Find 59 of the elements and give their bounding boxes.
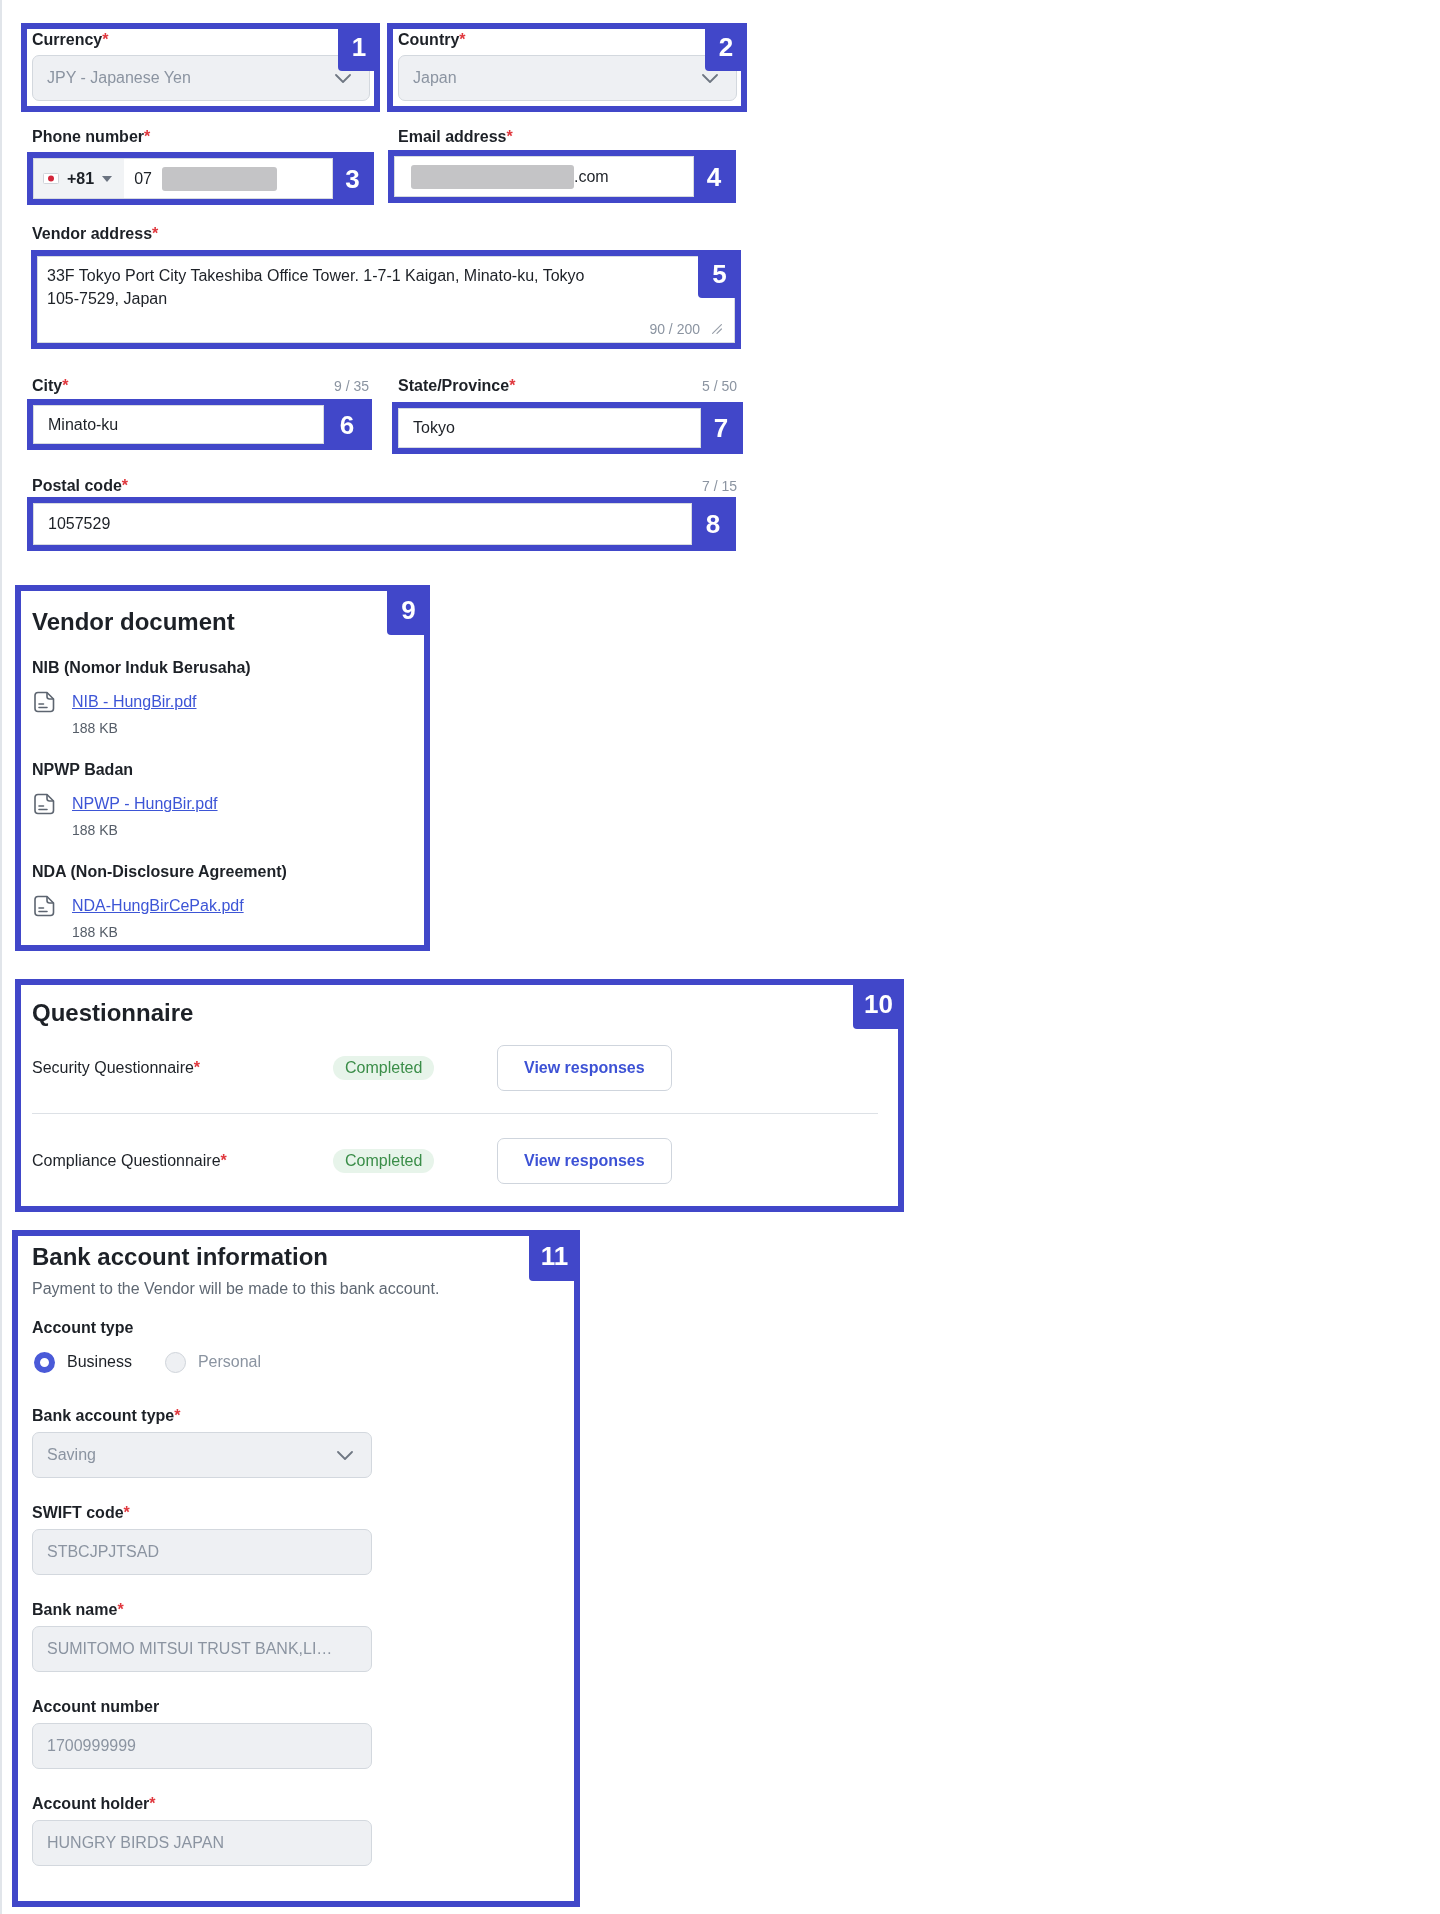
- field-label: Bank account type*: [32, 1406, 181, 1426]
- field-label: State/Province*: [398, 376, 516, 396]
- state-input[interactable]: Tokyo: [398, 408, 701, 448]
- view-responses-button[interactable]: View responses: [497, 1138, 672, 1184]
- field-label: City*: [32, 376, 69, 396]
- chevron-down-icon: [702, 73, 718, 83]
- document-type-label: NPWP Badan: [32, 761, 134, 778]
- file-icon: [33, 691, 55, 713]
- character-counter: 9 / 35: [333, 377, 369, 396]
- flag-icon: [43, 173, 59, 184]
- caret-down-icon: [102, 175, 113, 182]
- file-icon: [33, 895, 55, 917]
- field-label: Email address*: [398, 127, 513, 147]
- questionnaire-label: Compliance Questionnaire*: [32, 1151, 227, 1171]
- annotation-marker: 3: [333, 158, 368, 199]
- field-label: Account holder*: [32, 1794, 156, 1814]
- field-label: Currency*: [32, 30, 109, 50]
- file-icon: [33, 793, 55, 815]
- section-subtitle: Payment to the Vendor will be made to this bank account.: [32, 1279, 440, 1299]
- status-tag: Completed: [333, 1149, 435, 1173]
- annotation-marker: 7: [701, 408, 737, 448]
- document-type-label: NDA (Non-Disclosure Agreement): [32, 863, 287, 880]
- annotation-marker: 8: [692, 503, 730, 545]
- file-size-text: 188 KB: [72, 923, 118, 942]
- character-counter: 90 / 200: [649, 321, 700, 337]
- radio-button[interactable]: [34, 1351, 55, 1373]
- city-input[interactable]: Minato-ku: [33, 405, 324, 444]
- view-responses-button[interactable]: View responses: [497, 1045, 672, 1091]
- section-title: Bank account information: [32, 1242, 329, 1272]
- postal-code-input[interactable]: 1057529: [33, 503, 692, 545]
- file-size-text: 188 KB: [72, 719, 118, 738]
- annotation-marker: 4: [694, 156, 730, 197]
- field-label: Account number: [32, 1697, 160, 1717]
- field-label: Country*: [398, 30, 466, 50]
- section-title: Vendor document: [32, 607, 235, 637]
- character-counter: 7 / 15: [701, 477, 737, 496]
- questionnaire-label: Security Questionnaire*: [32, 1058, 201, 1078]
- field-label: SWIFT code*: [32, 1503, 130, 1523]
- resize-handle-icon[interactable]: [712, 324, 722, 334]
- email-field[interactable]: .com: [394, 156, 694, 197]
- file-link[interactable]: NDA-HungBirCePak.pdf: [72, 895, 244, 917]
- section-title: Questionnaire: [32, 998, 194, 1028]
- file-size-text: 188 KB: [72, 821, 118, 840]
- field-label: Account type: [32, 1318, 134, 1338]
- chevron-down-icon: [337, 1450, 353, 1460]
- chevron-down-icon: [335, 73, 351, 83]
- country-code-select[interactable]: +81: [34, 159, 125, 198]
- field-label: Phone number*: [32, 127, 151, 147]
- file-link[interactable]: NIB - HungBir.pdf: [72, 691, 197, 713]
- field-label: Bank name*: [32, 1600, 124, 1620]
- status-tag: Completed: [333, 1056, 435, 1080]
- character-counter: 5 / 50: [701, 377, 737, 396]
- field-label: Postal code*: [32, 476, 129, 496]
- file-link[interactable]: NPWP - HungBir.pdf: [72, 793, 218, 815]
- field-label: Vendor address*: [32, 224, 159, 244]
- phone-field[interactable]: +81 07: [33, 158, 333, 199]
- radio-label[interactable]: Business: [67, 1351, 132, 1373]
- document-type-label: NIB (Nomor Induk Berusaha): [32, 659, 251, 676]
- annotation-marker: 6: [324, 405, 366, 444]
